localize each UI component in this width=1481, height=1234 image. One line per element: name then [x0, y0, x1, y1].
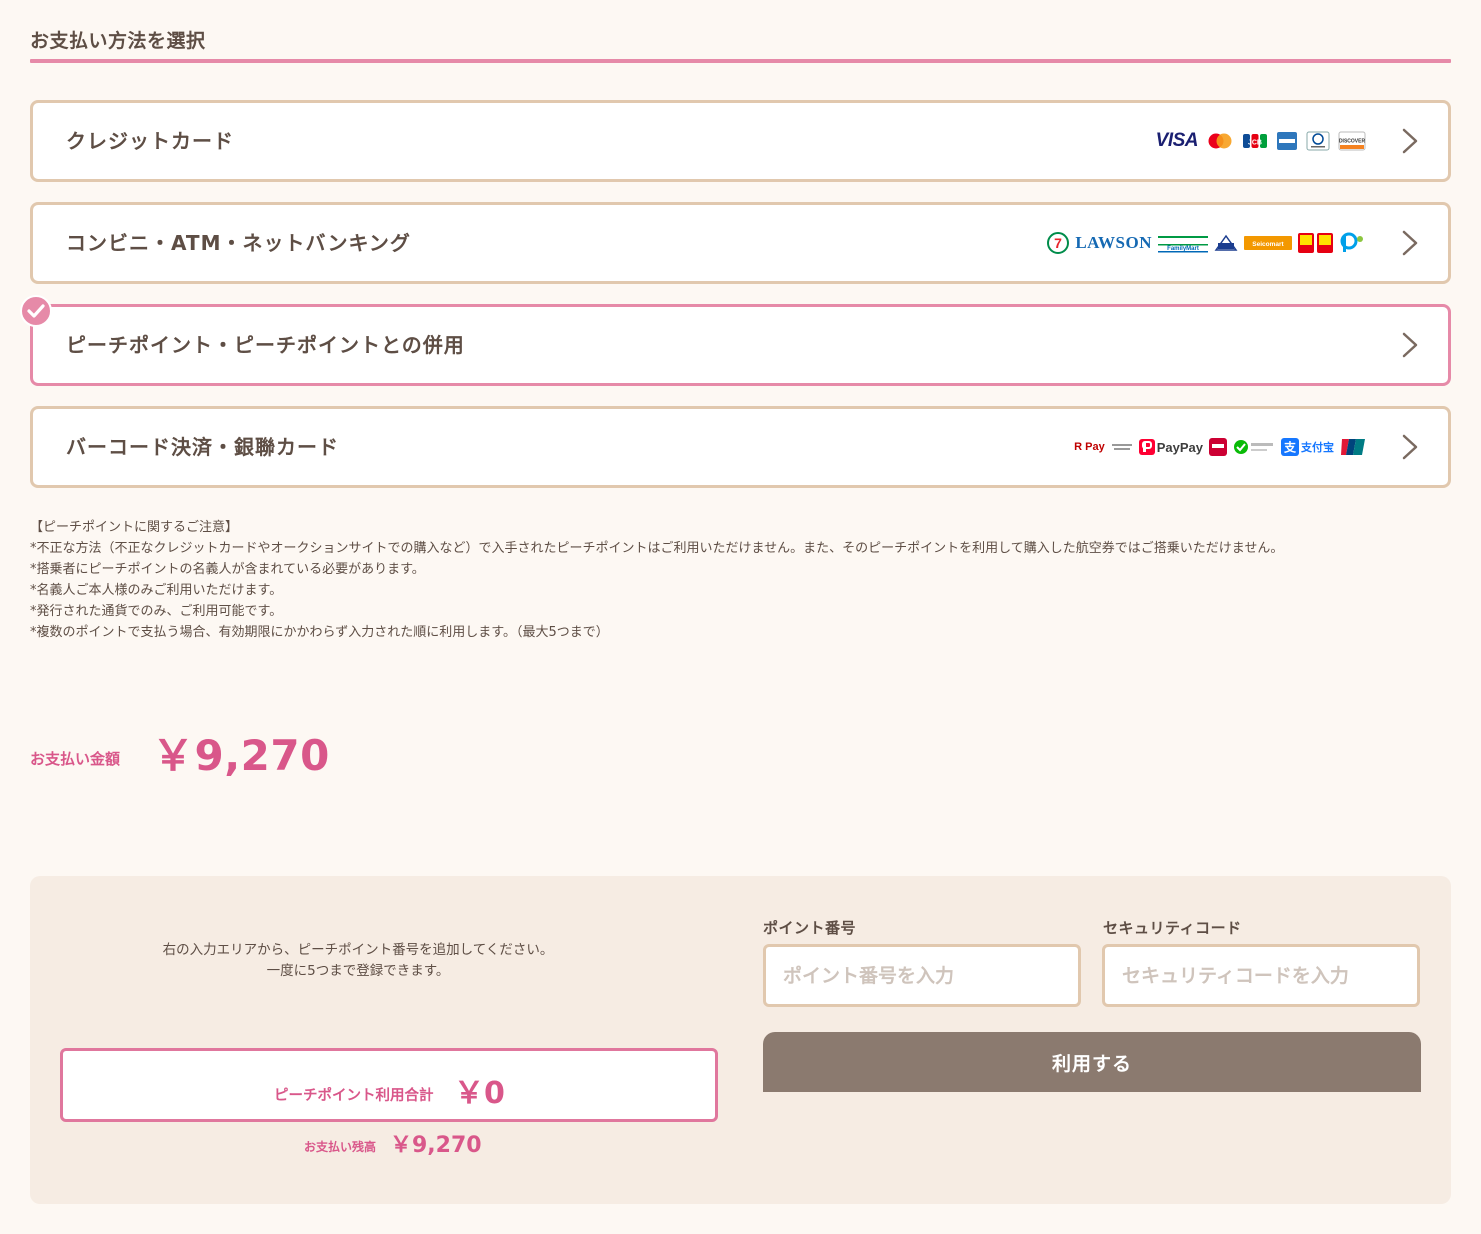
point-number-label: ポイント番号 — [763, 919, 857, 937]
payment-method-label: ピーチポイント・ピーチポイントとの併用 — [66, 333, 465, 357]
seicomart-logo: Seicomart — [1244, 236, 1292, 250]
rakuten-point-logo — [1111, 441, 1133, 453]
section-title: お支払い方法を選択 — [30, 30, 206, 52]
visa-logo: VISA — [1155, 130, 1199, 151]
points-sum-value: ￥0 — [454, 1076, 505, 1111]
payment-method-convenience-store[interactable]: コンビニ・ATM・ネットバンキング 7 LAWSON FamilyMart Se… — [30, 202, 1451, 284]
paypay-logo — [1138, 439, 1155, 455]
wechat-pay-logo — [1233, 438, 1275, 456]
notes-line: *不正な方法（不正なクレジットカードやオークションサイトでの購入など）で入手され… — [30, 541, 1284, 556]
payment-method-label: コンビニ・ATM・ネットバンキング — [66, 231, 411, 255]
points-sum-label: ピーチポイント利用合計 — [274, 1088, 434, 1104]
remaining-balance-value: ￥9,270 — [390, 1133, 482, 1158]
familymart-logo: FamilyMart — [1158, 232, 1208, 254]
alipay-label: 支付宝 — [1301, 441, 1334, 454]
svg-text:7: 7 — [1054, 235, 1062, 251]
point-number-input[interactable] — [763, 944, 1081, 1007]
card-brand-logos: VISA JCB DISCOVER — [1156, 129, 1366, 153]
amex-logo — [1276, 131, 1298, 151]
svg-text:JCB: JCB — [1248, 140, 1262, 147]
alipay-logo: 支 — [1281, 438, 1299, 456]
convenience-store-logos: 7 LAWSON FamilyMart Seicomart — [1047, 231, 1366, 255]
svg-text:DISCOVER: DISCOVER — [1339, 139, 1366, 145]
payment-total-value: ￥9,270 — [152, 731, 330, 780]
chevron-right-icon — [1402, 230, 1418, 256]
chevron-right-icon — [1402, 128, 1418, 154]
payment-method-barcode[interactable]: バーコード決済・銀聯カード R Pay PayPay 支 支付宝 — [30, 406, 1451, 488]
payment-method-label: クレジットカード — [66, 129, 234, 153]
payment-method-label: バーコード決済・銀聯カード — [66, 435, 339, 459]
points-help-line: 一度に5つまで登録できます。 — [266, 963, 450, 979]
payment-method-peach-point[interactable]: ピーチポイント・ピーチポイントとの併用 — [30, 304, 1451, 386]
ministop-logo — [1214, 234, 1238, 252]
notes-line: *名義人ご本人様のみご利用いただけます。 — [30, 583, 283, 598]
points-help-line: 右の入力エリアから、ピーチポイント番号を追加してください。 — [162, 942, 554, 958]
rakuten-pay-logo: R Pay — [1074, 441, 1105, 453]
svg-text:Seicomart: Seicomart — [1252, 241, 1284, 248]
payment-method-credit-card[interactable]: クレジットカード VISA JCB DISCOVER — [30, 100, 1451, 182]
use-points-button[interactable]: 利用する — [763, 1032, 1421, 1092]
chevron-right-icon — [1402, 332, 1418, 358]
daily-yamazaki-logo — [1298, 232, 1334, 254]
peach-point-notes: 【ピーチポイントに関するご注意】 *不正な方法（不正なクレジットカードやオークシ… — [30, 517, 1283, 643]
payment-total-label: お支払い金額 — [30, 750, 121, 768]
paypay-label: PayPay — [1156, 439, 1203, 455]
points-help-text: 右の入力エリアから、ピーチポイント番号を追加してください。 一度に5つまで登録で… — [0, 940, 716, 982]
diners-logo — [1306, 131, 1330, 151]
security-code-input[interactable] — [1102, 944, 1420, 1007]
chevron-right-icon — [1402, 434, 1418, 460]
unionpay-logo — [1340, 438, 1366, 456]
section-title-divider — [30, 59, 1451, 63]
notes-line: *発行された通貨でのみ、ご利用可能です。 — [30, 604, 283, 619]
barcode-payment-logos: R Pay PayPay 支 支付宝 — [1074, 435, 1366, 459]
notes-line: *搭乗者にピーチポイントの名義人が含まれている必要があります。 — [30, 562, 425, 577]
d-barai-logo — [1209, 438, 1227, 456]
remaining-balance-label: お支払い残高 — [304, 1140, 377, 1154]
notes-heading: 【ピーチポイントに関するご注意】 — [30, 520, 239, 535]
selected-check-icon — [20, 295, 52, 327]
svg-text:支: 支 — [1283, 440, 1297, 455]
mastercard-logo — [1206, 132, 1234, 150]
pay-easy-logo — [1340, 232, 1366, 254]
jcb-logo: JCB — [1242, 132, 1268, 150]
discover-logo: DISCOVER — [1338, 131, 1366, 151]
seven-eleven-logo: 7 — [1047, 232, 1070, 254]
security-code-label: セキュリティコード — [1103, 919, 1242, 937]
notes-line: *複数のポイントで支払う場合、有効期限にかかわらず入力された順に利用します。（最… — [30, 625, 609, 640]
svg-text:FamilyMart: FamilyMart — [1167, 246, 1199, 252]
lawson-logo: LAWSON — [1075, 233, 1152, 252]
